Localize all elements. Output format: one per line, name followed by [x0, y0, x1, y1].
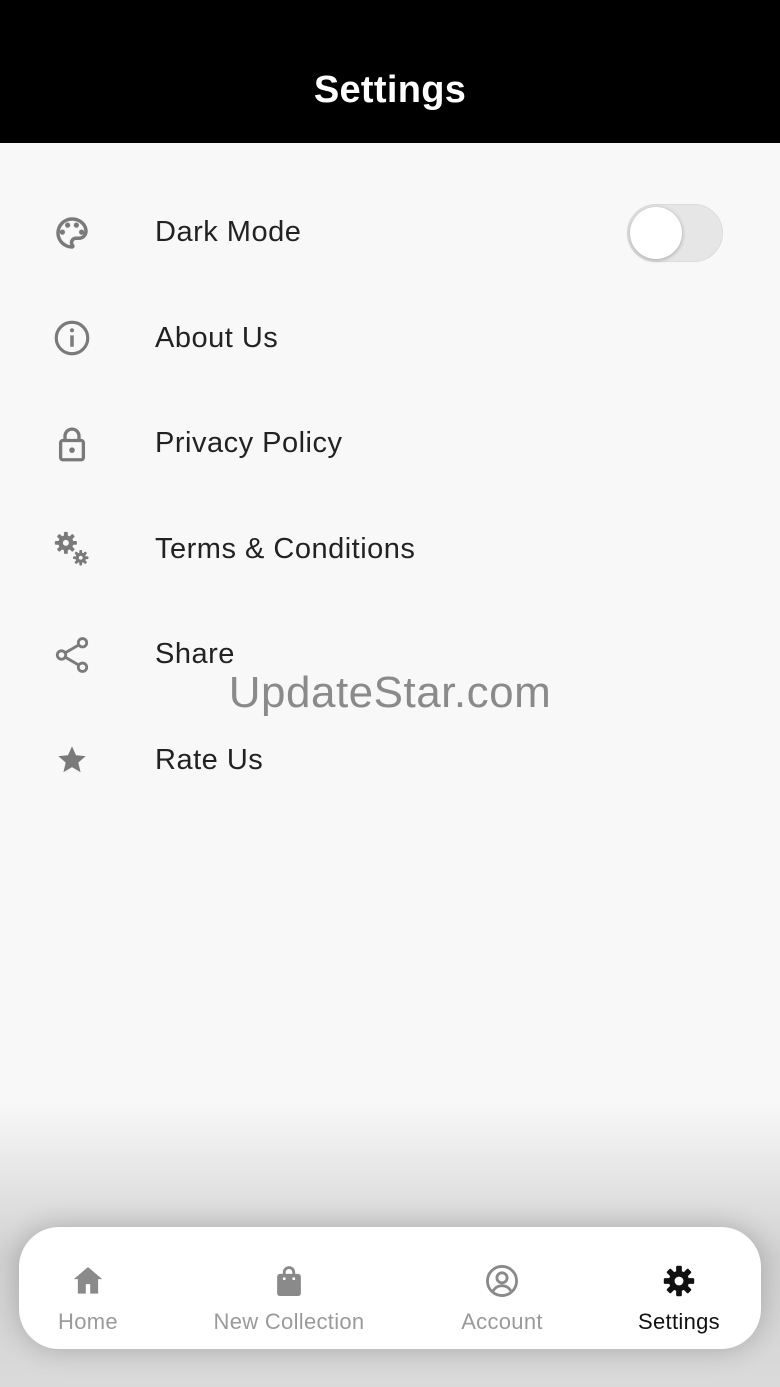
settings-item-share[interactable]: Share: [0, 602, 780, 708]
settings-item-rate-us[interactable]: Rate Us: [0, 708, 780, 814]
settings-item-label: Dark Mode: [155, 216, 302, 249]
app-bar: Settings: [0, 0, 780, 143]
settings-item-label: Terms & Conditions: [155, 532, 416, 565]
star-icon: [50, 738, 94, 782]
gears-icon: [50, 527, 94, 571]
settings-screen: Settings Dark Mode About Us Privacy Poli…: [0, 0, 780, 1387]
nav-item-new-collection[interactable]: New Collection: [204, 1227, 374, 1349]
settings-item-privacy-policy[interactable]: Privacy Policy: [0, 391, 780, 497]
page-title: Settings: [313, 69, 467, 111]
dark-mode-toggle[interactable]: [627, 203, 723, 262]
nav-label: New Collection: [213, 1309, 365, 1334]
settings-item-label: About Us: [155, 321, 279, 354]
nav-label: Account: [461, 1309, 543, 1334]
settings-list: Dark Mode About Us Privacy Policy Terms …: [0, 180, 780, 813]
nav-label: Settings: [638, 1309, 720, 1334]
settings-item-dark-mode[interactable]: Dark Mode: [0, 180, 780, 286]
bottom-navigation-bar: Home New Collection Account Settings: [19, 1227, 761, 1349]
lock-icon: [50, 422, 94, 466]
settings-item-label: Share: [155, 638, 235, 671]
palette-icon: [50, 211, 94, 255]
nav-label: Home: [58, 1309, 118, 1334]
gear-icon: [659, 1261, 699, 1301]
home-icon: [68, 1261, 108, 1301]
settings-item-label: Privacy Policy: [155, 427, 343, 460]
settings-item-terms-conditions[interactable]: Terms & Conditions: [0, 497, 780, 603]
toggle-knob: [630, 206, 682, 259]
settings-item-label: Rate Us: [155, 743, 264, 776]
shopping-bag-icon: [269, 1261, 309, 1301]
info-icon: [50, 316, 94, 360]
nav-item-account[interactable]: Account: [452, 1227, 552, 1349]
settings-item-about-us[interactable]: About Us: [0, 286, 780, 392]
share-icon: [50, 633, 94, 677]
nav-item-home[interactable]: Home: [48, 1227, 128, 1349]
nav-item-settings[interactable]: Settings: [631, 1227, 727, 1349]
account-circle-icon: [482, 1261, 522, 1301]
